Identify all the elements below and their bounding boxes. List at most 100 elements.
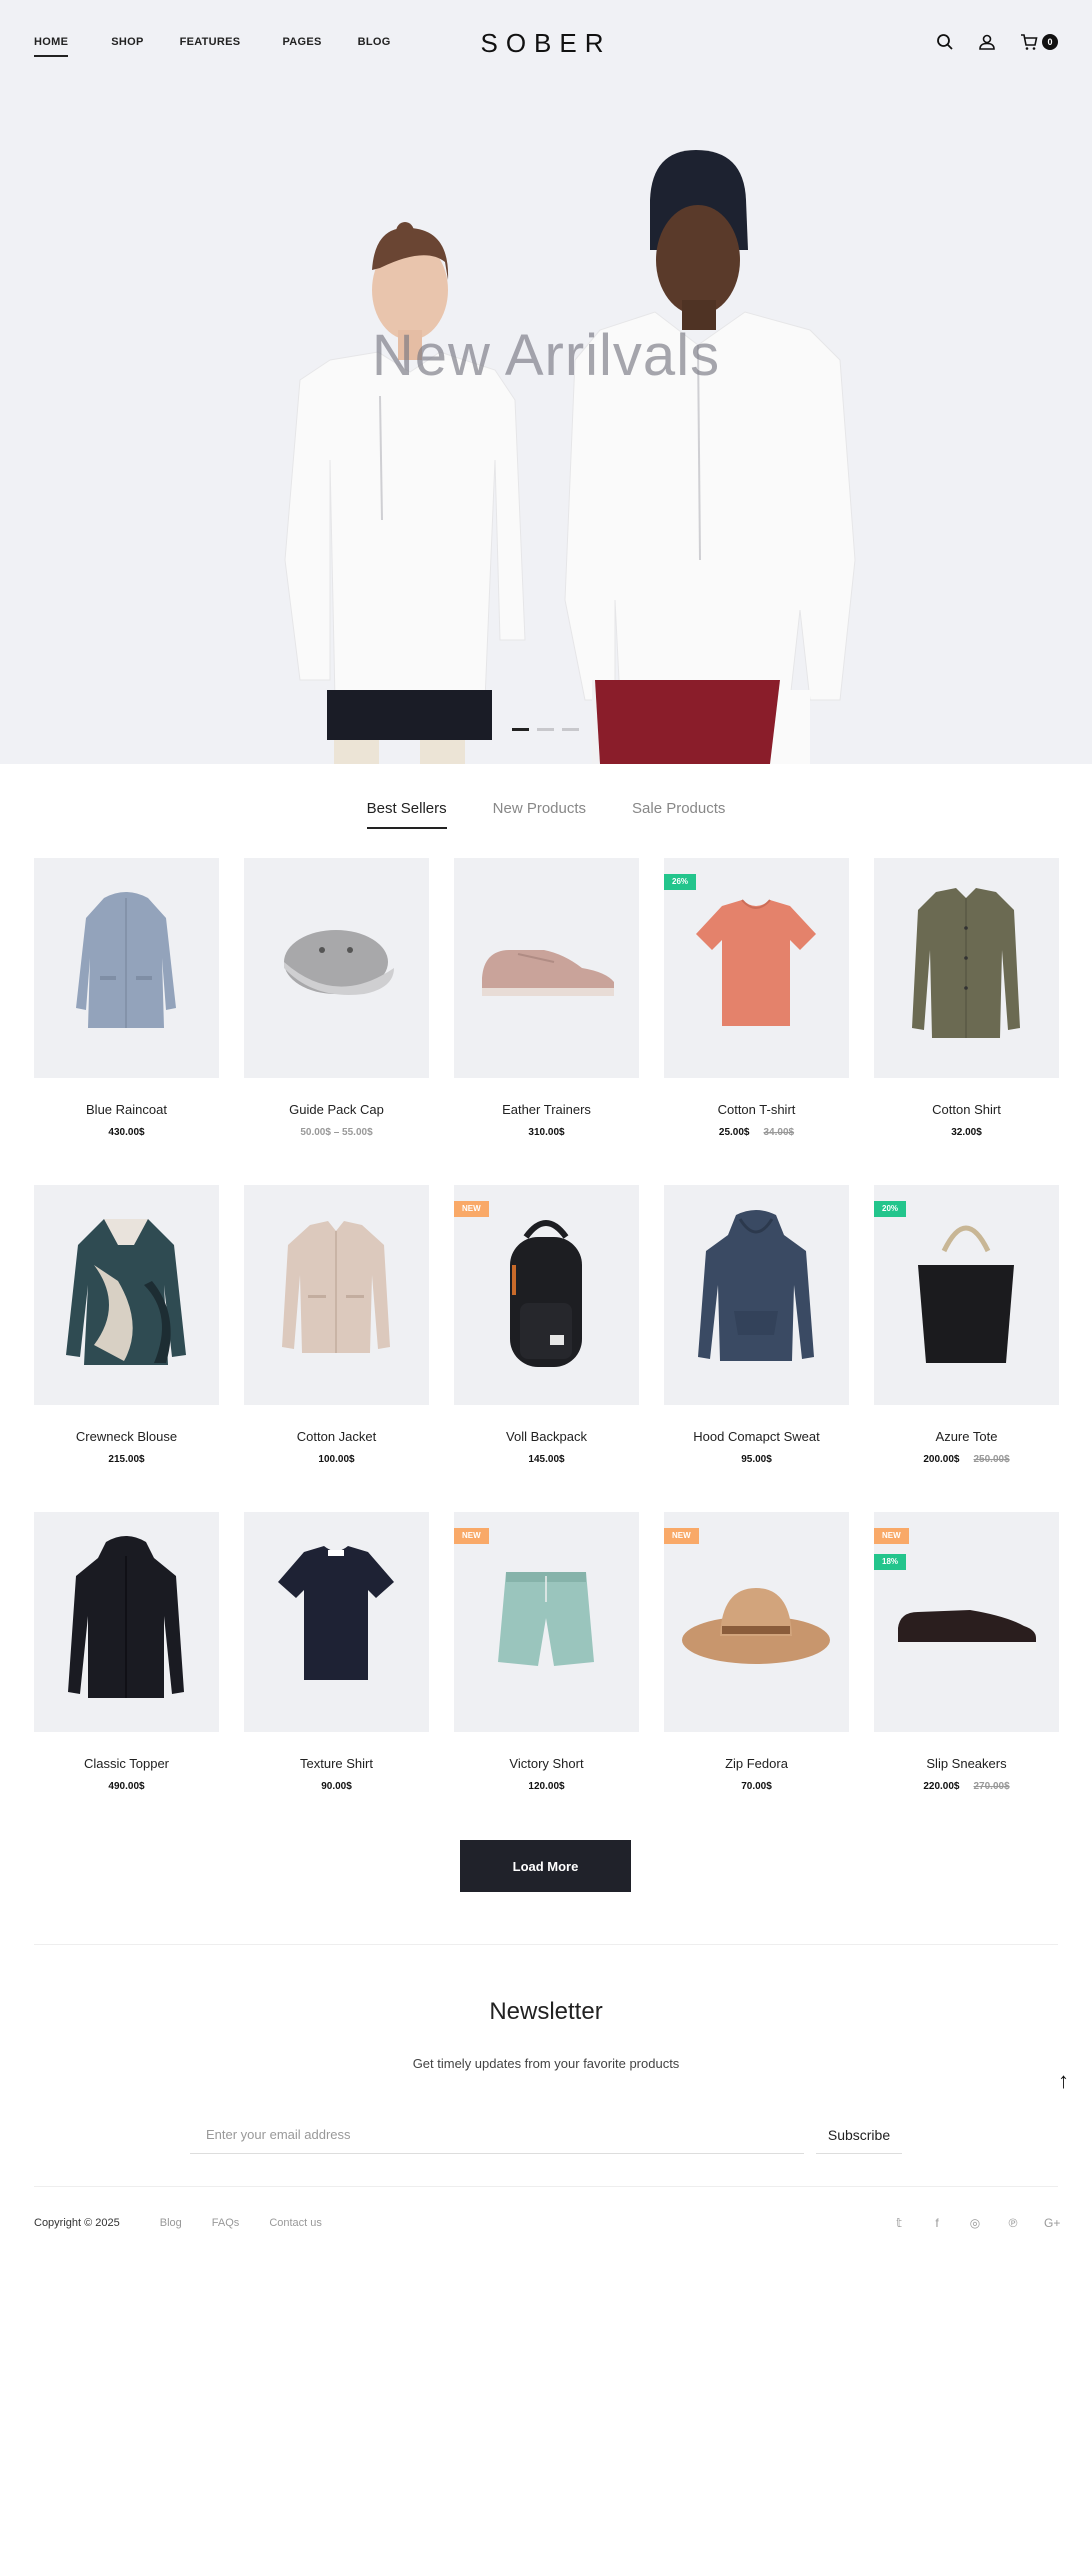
product-image[interactable]: NEW [454, 1512, 639, 1732]
product-card[interactable]: Guide Pack Cap 50.00$ – 55.00$ [244, 858, 429, 1185]
load-more-button[interactable]: Load More [460, 1840, 631, 1892]
product-name[interactable]: Victory Short [454, 1756, 639, 1771]
product-price-row: 70.00$ [664, 1781, 849, 1792]
product-image[interactable]: NEW 18% [874, 1512, 1059, 1732]
product-card[interactable]: 26% Cotton T-shirt 25.00$ 34.00$ [664, 858, 849, 1185]
pinterest-icon[interactable]: ℗ [1006, 2216, 1020, 2230]
product-price: 50.00$ – 55.00$ [300, 1127, 373, 1138]
product-card[interactable]: Blue Raincoat 430.00$ [34, 858, 219, 1185]
footer-link-contact[interactable]: Contact us [269, 2217, 322, 2229]
product-name[interactable]: Classic Topper [34, 1756, 219, 1771]
footer-link-blog[interactable]: Blog [160, 2217, 182, 2229]
product-name[interactable]: Texture Shirt [244, 1756, 429, 1771]
footer-link-faqs[interactable]: FAQs [212, 2217, 240, 2229]
product-card[interactable]: NEW Zip Fedora 70.00$ [664, 1512, 849, 1839]
product-image[interactable] [874, 858, 1059, 1078]
product-price: 32.00$ [951, 1127, 982, 1138]
instagram-icon[interactable]: ◎ [968, 2216, 982, 2230]
copyright-text: Copyright © 2025 [34, 2217, 120, 2229]
product-card[interactable]: Classic Topper 490.00$ [34, 1512, 219, 1839]
product-name[interactable]: Eather Trainers [454, 1102, 639, 1117]
search-icon[interactable] [935, 32, 955, 52]
product-price: 215.00$ [108, 1454, 145, 1465]
product-name[interactable]: Cotton Shirt [874, 1102, 1059, 1117]
slider-dot-3[interactable] [562, 728, 579, 731]
product-price-row: 95.00$ [664, 1454, 849, 1465]
product-card[interactable]: Texture Shirt 90.00$ [244, 1512, 429, 1839]
product-name[interactable]: Hood Comapct Sweat [664, 1429, 849, 1444]
slider-dot-2[interactable] [537, 728, 554, 731]
product-name[interactable]: Cotton T-shirt [664, 1102, 849, 1117]
product-price: 100.00$ [318, 1454, 355, 1465]
product-price-row: 32.00$ [874, 1127, 1059, 1138]
product-card[interactable]: Cotton Shirt 32.00$ [874, 858, 1059, 1185]
product-image[interactable]: NEW [664, 1512, 849, 1732]
model-woman-figure [284, 222, 526, 764]
product-name[interactable]: Voll Backpack [454, 1429, 639, 1444]
product-card[interactable]: 20% Azure Tote 200.00$ 250.00$ [874, 1185, 1059, 1512]
product-name[interactable]: Zip Fedora [664, 1756, 849, 1771]
product-badge: 26% [664, 874, 697, 890]
fedora-icon [682, 1588, 830, 1664]
product-discount-badge: 18% [874, 1554, 907, 1570]
product-image[interactable] [34, 858, 219, 1078]
tee-dark-icon [278, 1546, 394, 1680]
back-to-top-icon[interactable]: ↑ [1058, 2068, 1069, 2094]
tab-sale-products[interactable]: Sale Products [632, 800, 725, 829]
product-name[interactable]: Guide Pack Cap [244, 1102, 429, 1117]
product-price: 430.00$ [108, 1127, 145, 1138]
product-card[interactable]: NEW Victory Short 120.00$ [454, 1512, 639, 1839]
product-name[interactable]: Azure Tote [874, 1429, 1059, 1444]
site-logo[interactable]: SOBER [0, 28, 1092, 59]
tab-best-sellers[interactable]: Best Sellers [366, 800, 447, 829]
google-plus-icon[interactable]: G+ [1044, 2216, 1060, 2230]
facebook-icon[interactable]: f [930, 2216, 944, 2230]
product-image[interactable] [34, 1185, 219, 1405]
product-price-row: 490.00$ [34, 1781, 219, 1792]
product-name[interactable]: Blue Raincoat [34, 1102, 219, 1117]
cart-button[interactable]: 0 [1019, 32, 1058, 52]
newsletter-title: Newsletter [489, 1998, 603, 2025]
product-image[interactable]: NEW [454, 1185, 639, 1405]
hero-banner: New Arrilvals [0, 0, 1092, 764]
slider-dots [512, 728, 579, 731]
account-icon[interactable] [977, 32, 997, 52]
product-image[interactable] [244, 858, 429, 1078]
product-card[interactable]: Cotton Jacket 100.00$ [244, 1185, 429, 1512]
product-price: 145.00$ [528, 1454, 565, 1465]
product-name[interactable]: Cotton Jacket [244, 1429, 429, 1444]
product-image[interactable]: 20% [874, 1185, 1059, 1405]
product-card[interactable]: Hood Comapct Sweat 95.00$ [664, 1185, 849, 1512]
product-image[interactable] [244, 1185, 429, 1405]
product-price: 200.00$ [923, 1454, 960, 1465]
product-price-row: 25.00$ 34.00$ [664, 1127, 849, 1138]
raincoat-icon [76, 892, 176, 1028]
product-image[interactable] [454, 858, 639, 1078]
product-badge: NEW [454, 1201, 489, 1217]
product-card[interactable]: NEW 18% Slip Sneakers 220.00$ 270.00$ [874, 1512, 1059, 1839]
subscribe-button[interactable]: Subscribe [816, 2116, 902, 2154]
product-image[interactable]: 26% [664, 858, 849, 1078]
email-field[interactable] [190, 2116, 804, 2154]
product-card[interactable]: NEW Voll Backpack 145.00$ [454, 1185, 639, 1512]
product-image[interactable] [244, 1512, 429, 1732]
product-price-row: 430.00$ [34, 1127, 219, 1138]
header-actions: 0 [935, 32, 1058, 52]
product-card[interactable]: Crewneck Blouse 215.00$ [34, 1185, 219, 1512]
product-price: 25.00$ [718, 1127, 750, 1138]
tab-new-products[interactable]: New Products [493, 800, 586, 829]
cart-count-badge: 0 [1042, 34, 1058, 50]
product-price-row: 120.00$ [454, 1781, 639, 1792]
product-image[interactable] [664, 1185, 849, 1405]
product-price: 310.00$ [528, 1127, 565, 1138]
coat-icon [68, 1536, 184, 1698]
cart-icon [1019, 32, 1039, 52]
shirt-icon [912, 888, 1020, 1038]
product-name[interactable]: Slip Sneakers [874, 1756, 1059, 1771]
product-name[interactable]: Crewneck Blouse [34, 1429, 219, 1444]
product-image[interactable] [34, 1512, 219, 1732]
twitter-icon[interactable]: 𝕥 [892, 2216, 906, 2230]
product-badge: NEW [454, 1528, 489, 1544]
slider-dot-1[interactable] [512, 728, 529, 731]
product-card[interactable]: Eather Trainers 310.00$ [454, 858, 639, 1185]
